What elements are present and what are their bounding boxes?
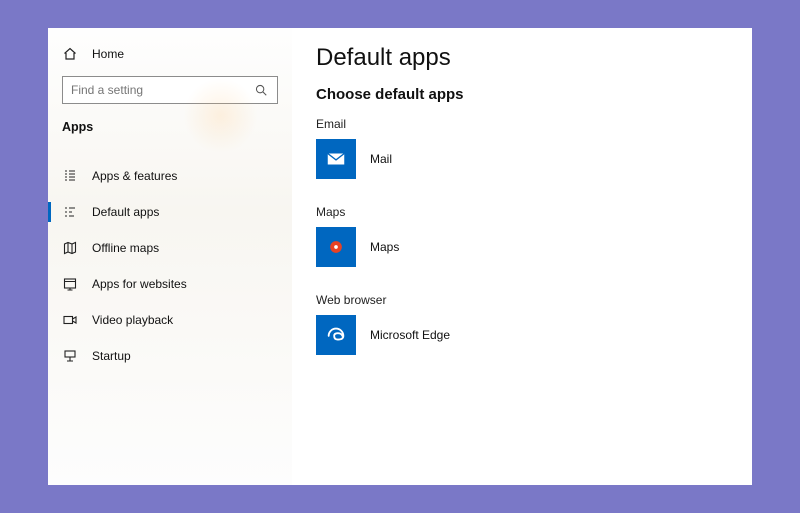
sidebar-item-default-apps[interactable]: Default apps	[48, 194, 292, 230]
sidebar-item-label: Offline maps	[92, 241, 159, 255]
settings-window: Home Apps Apps & features	[48, 28, 752, 485]
home-button[interactable]: Home	[48, 38, 292, 70]
search-input[interactable]	[71, 83, 253, 97]
app-label: Mail	[370, 152, 392, 166]
app-label: Maps	[370, 240, 399, 254]
sidebar-item-label: Apps & features	[92, 169, 177, 183]
default-app-section-web-browser: Web browser Microsoft Edge	[316, 293, 748, 355]
category-label: Web browser	[316, 293, 748, 307]
sidebar-item-label: Video playback	[92, 313, 173, 327]
default-app-section-email: Email Mail	[316, 117, 748, 179]
sidebar-item-video-playback[interactable]: Video playback	[48, 302, 292, 338]
app-label: Microsoft Edge	[370, 328, 450, 342]
page-title: Default apps	[316, 44, 748, 72]
video-playback-icon	[62, 312, 78, 328]
category-label: Maps	[316, 205, 748, 219]
search-icon	[253, 82, 269, 98]
default-apps-icon	[62, 204, 78, 220]
sidebar-item-apps-features[interactable]: Apps & features	[48, 158, 292, 194]
category-label: Email	[316, 117, 748, 131]
startup-icon	[62, 348, 78, 364]
app-card-maps[interactable]: Maps	[316, 227, 748, 267]
sidebar-section-title: Apps	[48, 114, 292, 148]
sidebar-item-apps-for-websites[interactable]: Apps for websites	[48, 266, 292, 302]
maps-icon	[316, 227, 356, 267]
app-card-web-browser[interactable]: Microsoft Edge	[316, 315, 748, 355]
sidebar-nav: Apps & features Default apps Offline map…	[48, 148, 292, 374]
subheading: Choose default apps	[316, 86, 748, 103]
sidebar-item-label: Apps for websites	[92, 277, 187, 291]
main-content: Default apps Choose default apps Email M…	[292, 28, 752, 485]
offline-maps-icon	[62, 240, 78, 256]
sidebar-item-startup[interactable]: Startup	[48, 338, 292, 374]
home-label: Home	[92, 47, 124, 61]
default-app-section-maps: Maps Maps	[316, 205, 748, 267]
sidebar: Home Apps Apps & features	[48, 28, 292, 485]
mail-icon	[316, 139, 356, 179]
sidebar-item-label: Startup	[92, 349, 131, 363]
sidebar-item-label: Default apps	[92, 205, 159, 219]
home-icon	[62, 46, 78, 62]
edge-icon	[316, 315, 356, 355]
search-input-container[interactable]	[62, 76, 278, 104]
sidebar-item-offline-maps[interactable]: Offline maps	[48, 230, 292, 266]
apps-features-icon	[62, 168, 78, 184]
search-wrap	[48, 70, 292, 114]
app-card-email[interactable]: Mail	[316, 139, 748, 179]
apps-for-websites-icon	[62, 276, 78, 292]
